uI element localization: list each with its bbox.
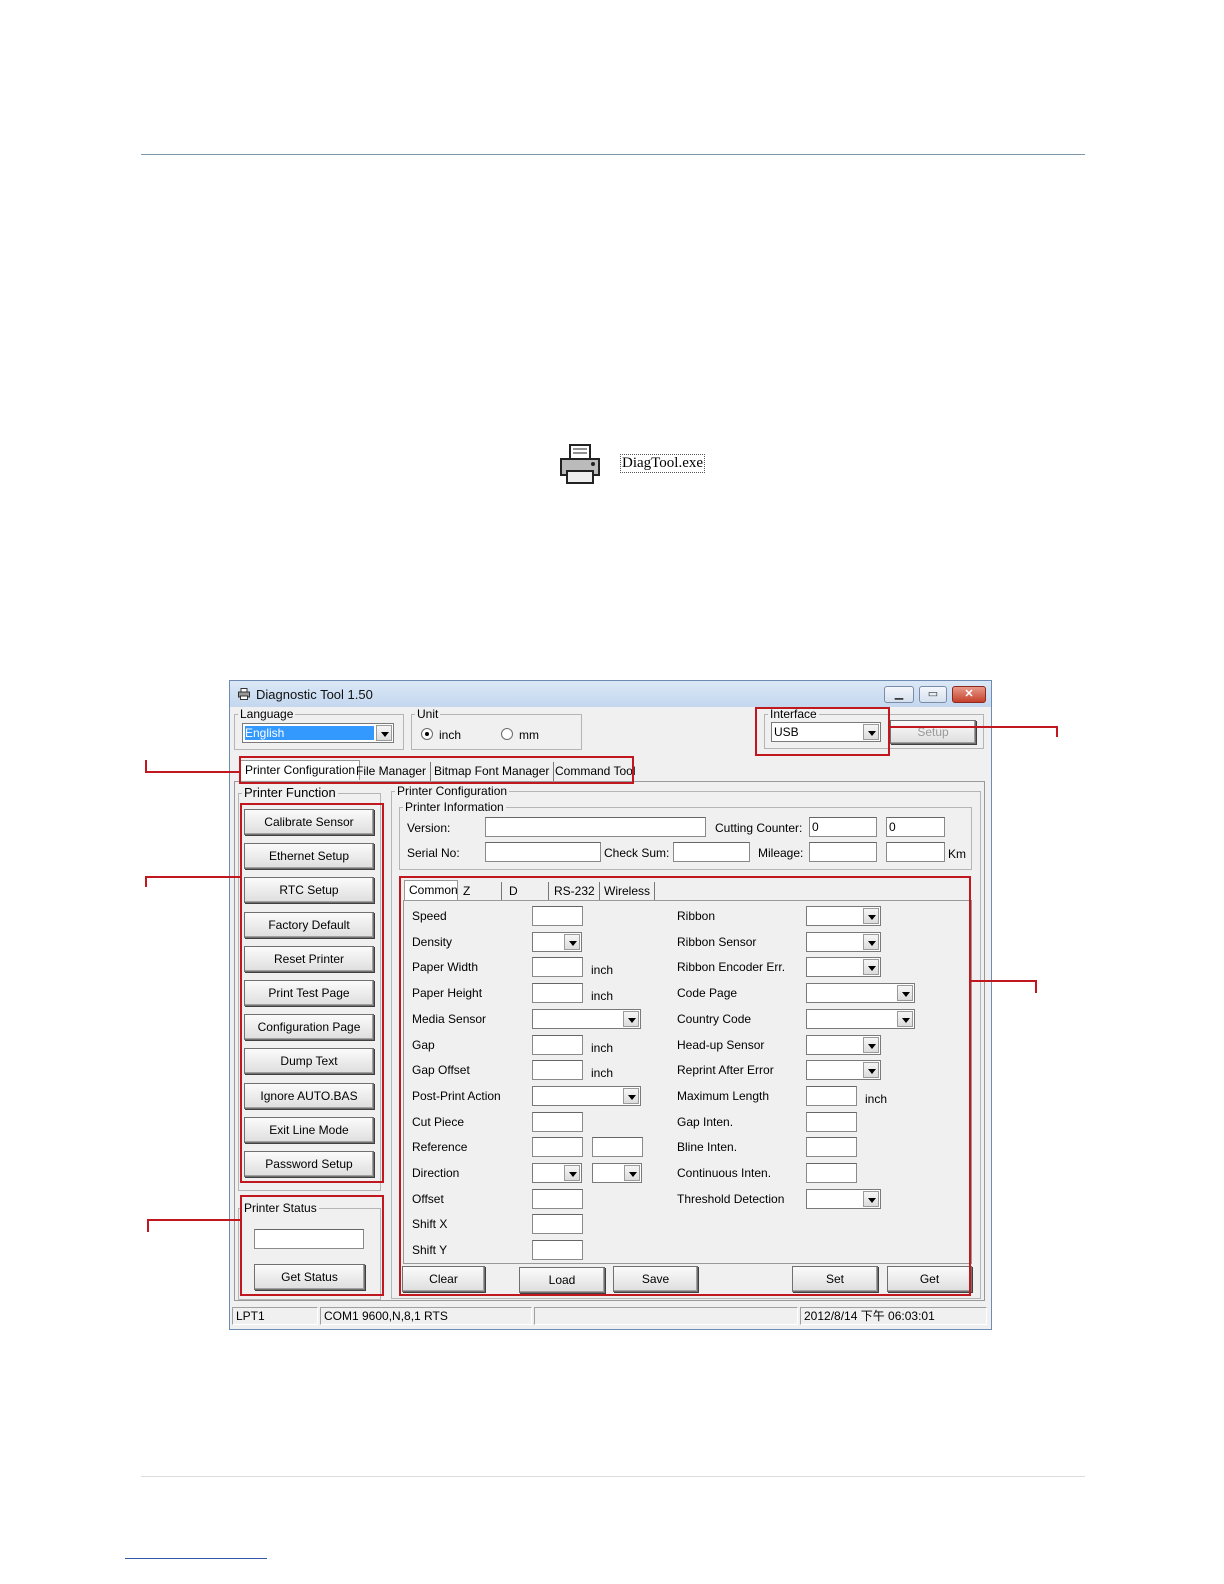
main-tabs-callout-line (145, 771, 241, 773)
language-select[interactable]: English (242, 723, 394, 743)
version-field[interactable] (485, 817, 706, 837)
status-bar: LPT1 COM1 9600,N,8,1 RTS 2012/8/14 下午 06… (232, 1305, 989, 1327)
header-rule (141, 154, 1085, 155)
status-port: LPT1 (232, 1307, 318, 1325)
maximize-icon: ▭ (927, 688, 939, 700)
status-com-settings: COM1 9600,N,8,1 RTS (320, 1307, 532, 1325)
cutting-counter-field-1[interactable]: 0 (809, 817, 877, 837)
unit-mm-label: mm (519, 728, 539, 742)
footnote-rule (125, 1558, 267, 1559)
minimize-icon: ▁ (894, 688, 904, 700)
unit-legend: Unit (415, 707, 441, 721)
interface-callout-tick (1056, 726, 1058, 737)
printer-configuration-legend: Printer Configuration (395, 784, 510, 798)
printer-configuration-callout-tick (1035, 980, 1037, 993)
printer-configuration-highlight (399, 876, 971, 1296)
main-tabs-highlight (239, 756, 634, 784)
mileage-field-2[interactable] (886, 842, 945, 862)
check-sum-field[interactable] (673, 842, 750, 862)
title-bar[interactable]: Diagnostic Tool 1.50 ▁ ▭ ✕ (230, 681, 991, 707)
printer-status-callout-tick (147, 1219, 149, 1232)
mileage-label: Mileage: (758, 846, 804, 860)
cutting-counter-field-2[interactable]: 0 (886, 817, 945, 837)
version-label: Version: (407, 821, 451, 835)
language-value: English (245, 726, 374, 740)
mileage-field-1[interactable] (809, 842, 877, 862)
printer-icon (238, 688, 250, 700)
serial-no-field[interactable] (485, 842, 601, 862)
close-icon: ✕ (964, 688, 974, 700)
unit-inch-radio[interactable] (421, 728, 433, 740)
interface-setup-button[interactable]: Setup (890, 720, 976, 744)
serial-no-label: Serial No: (407, 846, 460, 860)
unit-inch-label: inch (439, 728, 462, 742)
printer-function-highlight (240, 803, 384, 1183)
printer-icon[interactable] (558, 443, 604, 485)
printer-function-legend: Printer Function (242, 785, 338, 800)
interface-highlight (755, 707, 890, 756)
window-title: Diagnostic Tool 1.50 (256, 687, 373, 702)
mileage-unit: Km (948, 847, 966, 861)
printer-status-highlight (240, 1195, 384, 1296)
printer-function-callout-line (145, 876, 241, 878)
printer-information-legend: Printer Information (403, 800, 506, 814)
main-tabs-callout-tick (145, 760, 147, 773)
printer-status-callout-line (147, 1219, 241, 1221)
maximize-button[interactable]: ▭ (919, 686, 947, 703)
printer-configuration-callout-line (971, 980, 1037, 982)
dropdown-arrow-icon[interactable] (376, 725, 392, 741)
unit-mm-radio[interactable] (501, 728, 513, 740)
cutting-counter-label: Cutting Counter: (715, 821, 803, 835)
close-button[interactable]: ✕ (952, 686, 986, 703)
exe-filename[interactable]: DiagTool.exe (620, 454, 706, 473)
language-legend: Language (238, 707, 296, 721)
interface-callout-line (890, 726, 1058, 728)
check-sum-label: Check Sum: (604, 846, 670, 860)
status-datetime: 2012/8/14 下午 06:03:01 (800, 1307, 987, 1325)
printer-function-callout-tick (145, 876, 147, 887)
footer-rule (141, 1476, 1085, 1477)
status-empty (534, 1307, 798, 1325)
minimize-button[interactable]: ▁ (884, 686, 914, 703)
unit-group: Unit (411, 707, 582, 750)
